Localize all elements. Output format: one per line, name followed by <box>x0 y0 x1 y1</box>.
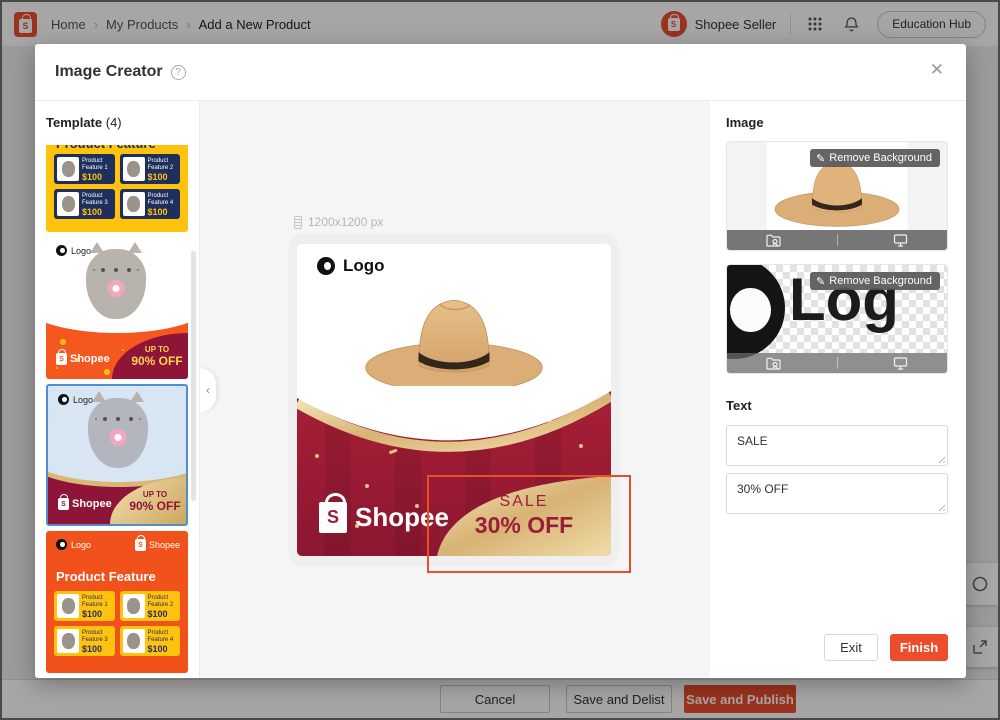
ruler-icon <box>294 216 302 229</box>
panel-footer: Exit Finish <box>824 634 948 661</box>
image-source-toolbar <box>727 353 947 373</box>
product-thumbnail <box>57 594 79 618</box>
app-window: S Home › My Products › Add a New Product… <box>0 0 1000 720</box>
pencil-icon: ✎ <box>816 275 825 288</box>
shopee-bag-icon: S <box>135 539 146 551</box>
logo-mark-icon <box>58 394 69 405</box>
upload-from-files-icon[interactable] <box>744 234 804 247</box>
text-section-heading: Text <box>726 398 752 413</box>
shopee-brand-logo: S Shopee <box>135 539 180 551</box>
shopee-brand-logo: S Shopee <box>56 353 110 365</box>
template-product-card: Product Feature 2$100 <box>120 591 181 621</box>
text-input-30-off[interactable]: 30% OFF <box>726 473 948 514</box>
help-icon[interactable]: ? <box>171 65 186 80</box>
shopee-bag-icon: S <box>56 353 67 365</box>
modal-header: Image Creator ? ✕ <box>35 44 966 101</box>
template-list: Product Feature Product Feature 1$100 Pr… <box>46 145 188 673</box>
product-thumbnail <box>123 629 145 653</box>
modal-body: Template (4) Product Feature Product Fea… <box>35 101 966 678</box>
image-section-heading: Image <box>726 115 764 130</box>
template-option-promo-orange[interactable]: Logo S Shopee UP TO <box>46 237 188 379</box>
shopee-bag-icon: S <box>319 502 347 533</box>
template-panel: Template (4) Product Feature Product Fea… <box>35 101 200 678</box>
canvas-size-label: 1200x1200 px <box>294 215 383 229</box>
template-logo-badge: Logo <box>58 394 93 405</box>
template-scroll-container[interactable]: Product Feature Product Feature 1$100 Pr… <box>46 145 188 674</box>
product-image-hat[interactable] <box>363 280 545 398</box>
template-product-card: Product Feature 3$100 <box>54 189 115 219</box>
template-product-card: Product Feature 3$100 <box>54 626 115 656</box>
product-thumbnail <box>123 192 145 216</box>
text-input-sale[interactable]: SALE <box>726 425 948 466</box>
logo-mark-icon <box>56 245 67 256</box>
pencil-icon: ✎ <box>816 152 825 165</box>
product-thumbnail <box>123 594 145 618</box>
selection-rectangle[interactable] <box>427 475 631 573</box>
product-thumbnail <box>57 192 79 216</box>
shopee-brand-logo: S Shopee <box>58 498 112 510</box>
template-logo-badge: Logo <box>56 245 91 256</box>
upload-from-files-icon[interactable] <box>744 357 804 370</box>
template-option-product-feature-orange[interactable]: Logo S Shopee Product Feature Product Fe <box>46 531 188 673</box>
finish-button[interactable]: Finish <box>890 634 948 661</box>
choose-from-device-icon[interactable] <box>871 234 931 247</box>
text-field-1-wrapper: SALE <box>726 425 948 466</box>
template-option-product-feature-yellow[interactable]: Product Feature Product Feature 1$100 Pr… <box>46 145 188 232</box>
image-creator-modal: Image Creator ? ✕ Template (4) Product F… <box>35 44 966 678</box>
template-option-promo-maroon-selected[interactable]: Logo S Shopee UP TO 90% OFF <box>46 384 188 526</box>
image-source-toolbar <box>727 230 947 250</box>
template-scrollbar[interactable] <box>191 251 196 501</box>
canvas-area: ‹ 1200x1200 px Logo <box>200 101 710 678</box>
remove-background-button[interactable]: ✎ Remove Background <box>810 149 940 167</box>
shopee-bag-icon: S <box>58 498 69 510</box>
image-asset-hat[interactable]: ✎ Remove Background <box>726 141 948 251</box>
discount-corner: UP TO 90% OFF <box>112 333 188 379</box>
template-product-card: Product Feature 2$100 <box>120 154 181 184</box>
template-panel-heading: Template (4) <box>46 115 122 130</box>
text-field-2-wrapper: 30% OFF <box>726 473 948 514</box>
product-thumbnail <box>57 629 79 653</box>
properties-panel: Image ✎ Remove Background <box>710 101 966 678</box>
product-thumbnail <box>57 157 79 181</box>
template-product-card: Product Feature 1$100 <box>54 154 115 184</box>
collapse-panel-button[interactable]: ‹ <box>200 368 216 412</box>
flower-pattern <box>60 339 66 345</box>
logo-mark-icon <box>726 264 785 359</box>
logo-mark-icon <box>56 539 67 550</box>
template-product-card: Product Feature 4$100 <box>120 626 181 656</box>
template-product-card: Product Feature 1$100 <box>54 591 115 621</box>
remove-background-button[interactable]: ✎ Remove Background <box>810 272 940 290</box>
template-logo-badge: Logo <box>56 539 91 550</box>
discount-corner: UP TO 90% OFF <box>110 478 186 524</box>
modal-title: Image Creator <box>55 63 163 81</box>
logo-mark-icon <box>317 257 335 275</box>
close-icon[interactable]: ✕ <box>930 60 944 80</box>
image-asset-logo[interactable]: Log ✎ Remove Background <box>726 264 948 374</box>
template-product-card: Product Feature 4$100 <box>120 189 181 219</box>
canvas-logo-element[interactable]: Logo <box>317 256 385 276</box>
choose-from-device-icon[interactable] <box>871 357 931 370</box>
exit-button[interactable]: Exit <box>824 634 878 661</box>
product-thumbnail <box>123 157 145 181</box>
chevron-left-icon: ‹ <box>206 383 210 397</box>
